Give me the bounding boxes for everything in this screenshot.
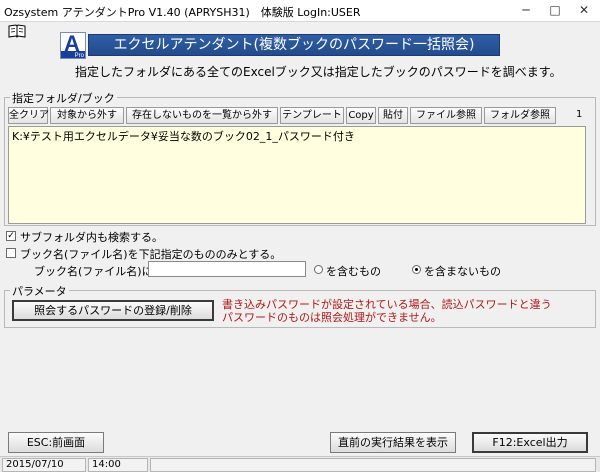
- page-description: 指定したフォルダにある全てのExcelブック又は指定したブックのパスワードを調べ…: [75, 65, 562, 79]
- window-title: Ozsystem アテンダントPro V1.40 (APRYSH31) 体験版 …: [4, 6, 361, 19]
- page-title: エクセルアテンダント(複数ブックのパスワード一括照会): [88, 34, 500, 56]
- paste-button[interactable]: 貼付: [378, 107, 408, 124]
- copy-button[interactable]: Copy: [346, 107, 376, 124]
- warning-message: 書き込みパスワードが設定されている場合、読込パスワードと違う パスワードのものは…: [222, 298, 552, 324]
- bookname-input[interactable]: [148, 261, 306, 277]
- list-item[interactable]: K:¥テスト用エクセルデータ¥妥当な数のブック02_1_パスワード付き: [12, 128, 582, 144]
- folder-browse-button[interactable]: フォルダ参照: [484, 107, 556, 124]
- subfolder-checkbox[interactable]: ✓: [6, 231, 16, 241]
- file-browse-button[interactable]: ファイル参照: [410, 107, 482, 124]
- excel-export-button[interactable]: F12:Excel出力: [472, 432, 588, 453]
- app-logo-icon: A Pro: [60, 31, 86, 59]
- exclude-radio[interactable]: [412, 265, 421, 274]
- remove-missing-button[interactable]: 存在しないものを一覧から外す: [126, 107, 278, 124]
- minimize-button[interactable]: ─: [512, 0, 540, 21]
- maximize-button[interactable]: □: [541, 0, 569, 21]
- clear-all-button[interactable]: 全クリア: [8, 107, 49, 124]
- folder-section-label: 指定フォルダ/ブック: [10, 90, 117, 106]
- include-radio[interactable]: [314, 265, 323, 274]
- back-button[interactable]: ESC:前画面: [8, 432, 104, 453]
- title-bar: Ozsystem アテンダントPro V1.40 (APRYSH31) 体験版 …: [0, 0, 600, 22]
- subfolder-label: サブフォルダ内も検索する。: [20, 231, 163, 244]
- bookname-filter-checkbox[interactable]: [6, 248, 16, 258]
- register-password-button[interactable]: 照会するパスワードの登録/削除: [12, 300, 214, 321]
- path-list[interactable]: K:¥テスト用エクセルデータ¥妥当な数のブック02_1_パスワード付き: [8, 126, 586, 224]
- item-count: 1: [576, 109, 583, 120]
- include-radio-label: を含むもの: [326, 265, 381, 278]
- bookname-filter-label: ブック名(ファイル名)を下記指定のもののみとする。: [20, 248, 282, 261]
- logo-caption: Pro: [74, 53, 84, 59]
- status-message: [150, 458, 596, 472]
- exclude-radio-label: を含まないもの: [424, 265, 501, 278]
- remove-target-button[interactable]: 対象から外す: [50, 107, 124, 124]
- close-button[interactable]: ✕: [570, 0, 598, 21]
- template-button[interactable]: テンプレート: [280, 107, 344, 124]
- parameter-section-label: パラメータ: [10, 283, 69, 299]
- bookname-prefix-label: ブック名(ファイル名)に: [34, 265, 153, 278]
- show-previous-result-button[interactable]: 直前の実行結果を表示: [330, 432, 456, 453]
- status-bar: 2015/07/10 14:00: [0, 456, 600, 472]
- book-icon[interactable]: [8, 24, 26, 38]
- status-time: 14:00: [88, 458, 148, 472]
- status-date: 2015/07/10: [2, 458, 86, 472]
